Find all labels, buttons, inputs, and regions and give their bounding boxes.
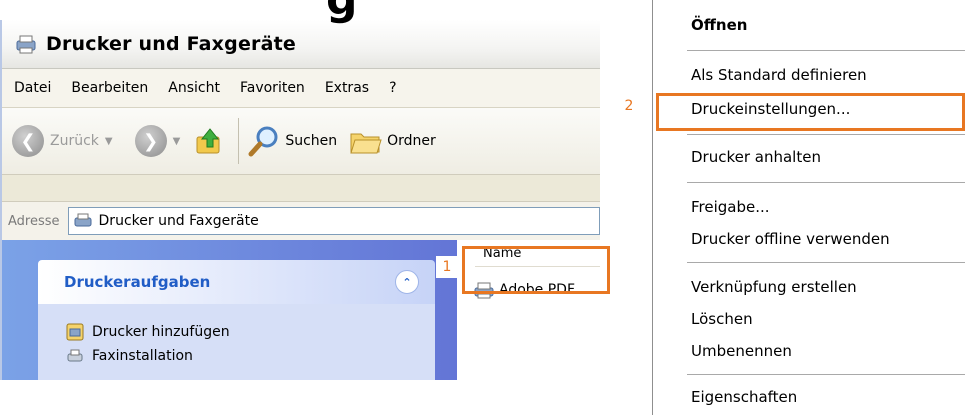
step-2-highlight xyxy=(656,93,965,131)
menu-bearbeiten[interactable]: Bearbeiten xyxy=(69,78,150,98)
menu-sharing[interactable]: Freigabe... xyxy=(691,198,770,216)
cropped-heading-fragment: g xyxy=(326,0,366,25)
explorer-window: Drucker und Faxgeräte Datei Bearbeiten A… xyxy=(0,20,600,380)
address-bar: Adresse Drucker und Faxgeräte xyxy=(2,201,600,241)
printer-fax-icon xyxy=(16,35,36,54)
task-pane: Druckeraufgaben ⌃ Drucker hinzufügen Fax… xyxy=(2,240,457,380)
menu-bar: Datei Bearbeiten Ansicht Favoriten Extra… xyxy=(2,69,600,108)
menu-ansicht[interactable]: Ansicht xyxy=(166,78,222,98)
menu-favoriten[interactable]: Favoriten xyxy=(238,78,307,98)
menu-open[interactable]: Öffnen xyxy=(691,16,747,34)
menu-pause-printer[interactable]: Drucker anhalten xyxy=(691,148,821,166)
address-value: Drucker und Faxgeräte xyxy=(98,213,259,229)
step-2-badge: 2 xyxy=(624,98,634,114)
menu-datei[interactable]: Datei xyxy=(12,78,53,98)
add-printer-icon xyxy=(66,323,84,341)
search-button[interactable]: Suchen xyxy=(247,124,337,158)
menu-separator xyxy=(687,182,965,183)
menu-properties[interactable]: Eigenschaften xyxy=(691,388,797,406)
menu-create-shortcut[interactable]: Verknüpfung erstellen xyxy=(691,278,857,296)
title-bar: Drucker und Faxgeräte xyxy=(2,20,600,69)
menu-separator xyxy=(687,134,965,135)
menu-delete[interactable]: Löschen xyxy=(691,310,753,328)
printer-tasks-title: Druckeraufgaben xyxy=(64,273,211,291)
folders-icon xyxy=(350,133,382,154)
address-field[interactable]: Drucker und Faxgeräte xyxy=(67,207,600,235)
step-1-badge: 1 xyxy=(436,256,458,278)
toolbar: ❮ Zurück ▼ ❯ ▼ Suchen Ordner xyxy=(2,108,600,175)
menu-extras[interactable]: Extras xyxy=(323,78,371,98)
forward-button[interactable]: ❯ ▼ xyxy=(134,125,181,157)
menu-rename[interactable]: Umbenennen xyxy=(691,342,792,360)
search-icon xyxy=(248,126,278,157)
back-label: Zurück xyxy=(50,133,99,149)
address-label: Adresse xyxy=(8,213,60,229)
page-background xyxy=(0,380,598,415)
collapse-icon[interactable]: ⌃ xyxy=(395,270,419,294)
back-button[interactable]: ❮ Zurück ▼ xyxy=(12,125,113,157)
up-folder-icon xyxy=(196,128,220,154)
printer-tasks-list: Drucker hinzufügen Faxinstallation xyxy=(38,304,435,380)
back-arrow-icon: ❮ xyxy=(12,125,44,157)
forward-dropdown-icon[interactable]: ▼ xyxy=(173,136,181,147)
menu-separator xyxy=(687,374,965,375)
task-fax-setup-label: Faxinstallation xyxy=(92,348,193,364)
toolbar-separator xyxy=(238,118,240,164)
up-folder-button[interactable] xyxy=(194,125,226,157)
menu-separator xyxy=(687,50,965,51)
context-menu: Öffnen Als Standard definieren Druckeins… xyxy=(652,0,965,415)
folders-label: Ordner xyxy=(387,133,436,149)
search-label: Suchen xyxy=(285,133,338,149)
folders-button[interactable]: Ordner xyxy=(349,126,436,156)
task-add-printer-label: Drucker hinzufügen xyxy=(92,324,230,340)
menu-help[interactable]: ? xyxy=(387,78,398,98)
step-1-highlight xyxy=(462,246,610,294)
back-dropdown-icon[interactable]: ▼ xyxy=(105,136,113,147)
printer-fax-icon xyxy=(74,213,92,227)
printer-tasks-box: Druckeraufgaben ⌃ Drucker hinzufügen Fax… xyxy=(38,260,435,380)
forward-arrow-icon: ❯ xyxy=(134,125,167,157)
task-fax-setup[interactable]: Faxinstallation xyxy=(66,344,435,368)
window-title: Drucker und Faxgeräte xyxy=(46,33,296,55)
printer-tasks-header[interactable]: Druckeraufgaben ⌃ xyxy=(38,260,435,304)
fax-icon xyxy=(67,349,83,362)
menu-use-offline[interactable]: Drucker offline verwenden xyxy=(691,230,890,248)
menu-set-default[interactable]: Als Standard definieren xyxy=(691,66,867,84)
task-add-printer[interactable]: Drucker hinzufügen xyxy=(66,320,435,344)
menu-separator xyxy=(687,262,965,263)
